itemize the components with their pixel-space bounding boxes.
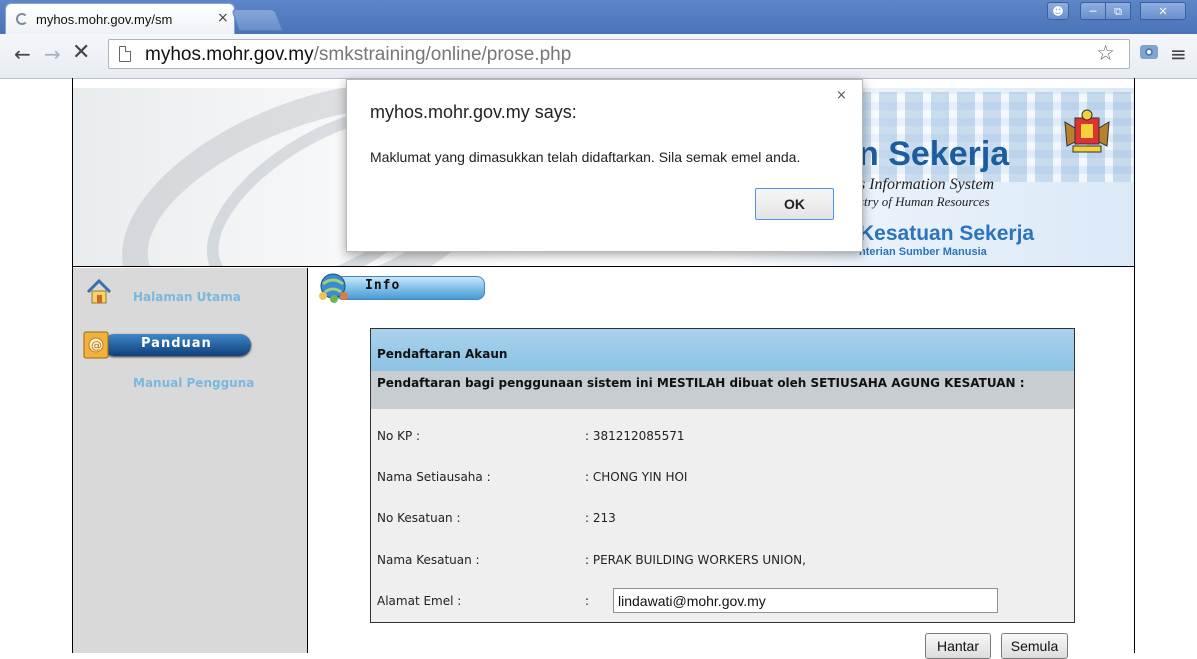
svg-text:@: @ (91, 339, 102, 352)
user-icon[interactable]: ☻ (1047, 2, 1069, 20)
field-label-nama-kesatuan: Nama Kesatuan : (377, 553, 480, 567)
field-label-alamat-emel: Alamat Emel : (377, 594, 462, 608)
dialog-title: myhos.mohr.gov.my says: (370, 102, 577, 122)
email-field[interactable] (613, 588, 998, 613)
address-bar[interactable]: myhos.mohr.gov.my/smkstraining/online/pr… (108, 39, 1130, 69)
dialog-close-icon[interactable]: × (836, 88, 847, 103)
field-label-no-kp: No KP : (377, 429, 421, 443)
sidebar-item-panduan[interactable]: @ Panduan (81, 330, 251, 360)
panduan-label: Panduan (141, 336, 212, 351)
info-section-tab: Info (317, 272, 487, 304)
book-icon: @ (83, 331, 109, 359)
new-tab-button[interactable] (232, 10, 282, 30)
banner-title: n Sekerja (858, 135, 1010, 173)
ok-button[interactable]: OK (755, 188, 834, 220)
maximize-button[interactable]: ⧉ (1105, 2, 1131, 20)
sidebar: Halaman Utama @ Panduan Manual Pengguna (73, 268, 308, 653)
field-value-no-kesatuan: : 213 (585, 511, 616, 525)
browser-toolbar: ← → ✕ myhos.mohr.gov.my/smkstraining/onl… (0, 34, 1197, 79)
crest-icon (1064, 109, 1110, 153)
field-value-nama-setiausaha: : CHONG YIN HOI (585, 470, 688, 484)
field-value-no-kp: : 381212085571 (585, 429, 685, 443)
banner-ks-subtitle: nterian Sumber Manusia (859, 246, 987, 258)
home-icon[interactable] (85, 278, 113, 306)
back-arrow-icon[interactable]: ← (14, 42, 31, 66)
field-label-no-kesatuan: No Kesatuan : (377, 511, 461, 525)
field-value-nama-kesatuan: : PERAK BUILDING WORKERS UNION, (585, 553, 806, 567)
minimize-button[interactable]: ─ (1080, 2, 1106, 20)
forward-arrow-icon[interactable]: → (44, 42, 61, 66)
info-label: Info (365, 278, 401, 293)
menu-icon[interactable]: ≡ (1170, 42, 1187, 66)
browser-tab[interactable]: myhos.mohr.gov.my/sm × (6, 4, 234, 34)
url-text[interactable]: myhos.mohr.gov.my/smkstraining/online/pr… (145, 44, 571, 66)
url-host: myhos.mohr.gov.my (145, 44, 314, 65)
stop-icon[interactable]: ✕ (72, 40, 90, 65)
globe-people-icon (319, 273, 348, 303)
email-colon: : (585, 594, 590, 608)
camera-icon[interactable] (1140, 45, 1158, 59)
form-subheader: Pendaftaran bagi penggunaan sistem ini M… (371, 371, 1074, 409)
reset-button[interactable]: Semula (1001, 633, 1068, 659)
form-header: Pendaftaran Akaun (371, 329, 1074, 372)
info-pill (335, 276, 485, 300)
url-path: /smkstraining/online/prose.php (313, 44, 572, 65)
banner-subtitle: stry of Human Resources (859, 194, 990, 209)
tab-title: myhos.mohr.gov.my/sm (36, 12, 173, 27)
browser-titlebar: myhos.mohr.gov.my/sm × ☻ ─ ⧉ ✕ (0, 0, 1197, 34)
loading-spinner-icon (16, 13, 28, 25)
field-label-nama-setiausaha: Nama Setiausaha : (377, 470, 491, 484)
dialog-message: Maklumat yang dimasukkan telah didaftark… (370, 149, 801, 165)
sidebar-item-manual-pengguna[interactable]: Manual Pengguna (133, 376, 254, 390)
registration-form: Pendaftaran Akaun Pendaftaran bagi pengg… (370, 328, 1075, 623)
banner-subtitle: s Information System (859, 176, 995, 193)
sidebar-item-halaman-utama[interactable]: Halaman Utama (133, 290, 241, 304)
star-icon[interactable]: ☆ (1096, 41, 1115, 65)
submit-button[interactable]: Hantar (925, 633, 991, 659)
close-window-button[interactable]: ✕ (1140, 2, 1186, 20)
form-title: Pendaftaran Akaun (377, 347, 508, 361)
page-icon (119, 46, 131, 62)
alert-dialog: myhos.mohr.gov.my says: × Maklumat yang … (346, 79, 863, 252)
form-instruction: Pendaftaran bagi penggunaan sistem ini M… (377, 376, 1025, 390)
banner-ks-title: Kesatuan Sekerja (859, 222, 1035, 245)
tab-close-icon[interactable]: × (217, 10, 229, 26)
